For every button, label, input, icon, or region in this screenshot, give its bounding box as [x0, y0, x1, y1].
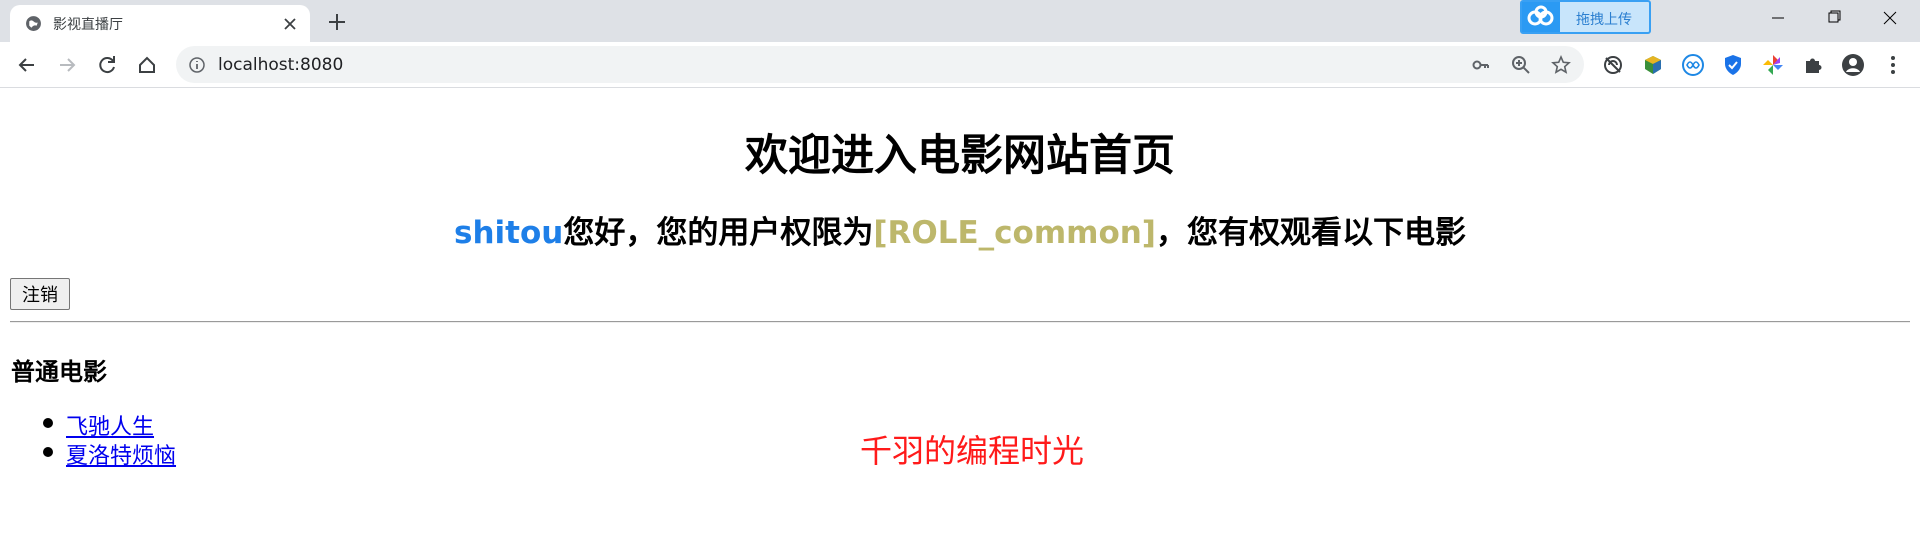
greeting-heading: shitou您好，您的用户权限为[ROLE_common]，您有权观看以下电影	[0, 207, 1920, 252]
home-icon[interactable]	[132, 50, 162, 80]
page-content: 欢迎进入电影网站首页 shitou您好，您的用户权限为[ROLE_common]…	[0, 89, 1920, 539]
greeting-end-text: ，您有权观看以下电影	[1155, 215, 1466, 251]
reload-icon[interactable]	[92, 50, 122, 80]
bookmark-star-icon[interactable]	[1550, 54, 1572, 76]
infinity-extension-icon[interactable]	[1680, 52, 1706, 78]
user-role: [ROLE_common]	[873, 215, 1156, 251]
key-icon[interactable]	[1470, 54, 1492, 76]
minimize-window-icon[interactable]	[1750, 0, 1806, 36]
cloud-icon	[1522, 2, 1560, 32]
puzzle-extensions-icon[interactable]	[1800, 52, 1826, 78]
movie-link[interactable]: 夏洛特烦恼	[66, 438, 176, 470]
movie-link[interactable]: 飞驰人生	[66, 409, 154, 441]
bullet-icon	[43, 447, 53, 457]
shield-extension-icon[interactable]	[1720, 52, 1746, 78]
upload-extension-button[interactable]: 拖拽上传	[1520, 0, 1651, 34]
divider	[10, 321, 1910, 323]
address-bar[interactable]: localhost:8080	[176, 46, 1584, 83]
bullet-icon	[43, 418, 53, 428]
close-window-icon[interactable]	[1862, 0, 1918, 36]
url-text: localhost:8080	[218, 55, 344, 75]
tab-title: 影视直播厅	[53, 17, 123, 33]
cube-extension-icon[interactable]	[1640, 52, 1666, 78]
back-arrow-icon[interactable]	[12, 50, 42, 80]
browser-tab[interactable]: 影视直播厅	[10, 5, 310, 42]
zoom-icon[interactable]	[1510, 54, 1532, 76]
page-title: 欢迎进入电影网站首页	[745, 131, 1175, 181]
site-info-icon[interactable]	[188, 56, 206, 74]
pinwheel-extension-icon[interactable]	[1760, 52, 1786, 78]
section-title: 普通电影	[11, 358, 107, 386]
forward-arrow-icon[interactable]	[52, 50, 82, 80]
new-tab-icon[interactable]	[324, 9, 350, 35]
sync-extension-icon[interactable]	[1600, 52, 1626, 78]
restore-window-icon[interactable]	[1806, 0, 1862, 36]
globe-icon	[26, 16, 41, 31]
profile-avatar-icon[interactable]	[1840, 52, 1866, 78]
upload-extension-label: 拖拽上传	[1576, 12, 1632, 28]
watermark-text: 千羽的编程时光	[860, 432, 1085, 470]
more-menu-icon[interactable]	[1880, 52, 1906, 78]
close-tab-icon[interactable]	[280, 14, 300, 34]
logout-button[interactable]: 注销	[10, 278, 70, 310]
browser-tab-strip: 影视直播厅 拖拽上传	[0, 0, 1920, 42]
username: shitou	[454, 215, 564, 251]
greeting-middle-text: 您好，您的用户权限为	[563, 215, 874, 251]
browser-toolbar: localhost:8080	[0, 42, 1920, 88]
